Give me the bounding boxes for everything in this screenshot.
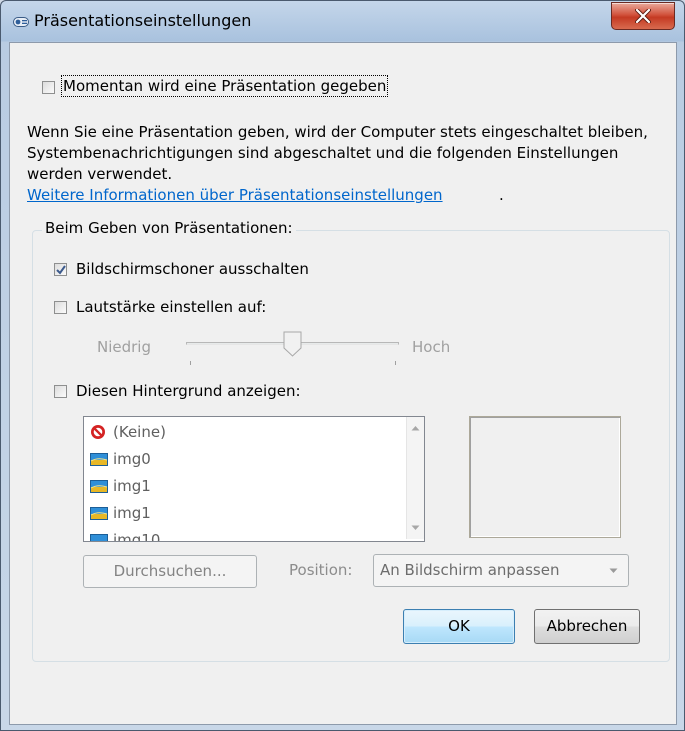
no-entry-icon [91,425,105,439]
volume-label[interactable]: Lautstärke einstellen auf: [76,298,266,316]
picture-icon [90,534,108,541]
list-item-label: img0 [113,450,151,468]
more-info-link[interactable]: Weitere Informationen über Präsentations… [27,186,443,204]
ok-button[interactable]: OK [403,609,515,644]
scroll-up-arrow-icon[interactable] [411,425,420,431]
slider-tick [190,361,191,365]
slider-tick [395,361,396,365]
picture-icon [90,507,108,520]
list-item-label: img10 [113,531,161,542]
browse-button-label: Durchsuchen... [113,562,227,580]
dialog-client-area: Momentan wird eine Präsentation gegeben … [9,42,677,725]
group-title: Beim Geben von Präsentationen: [42,219,296,237]
list-item-label: (Keine) [113,423,166,441]
background-listbox[interactable]: (Keine) img0 img1 img1 img10 [83,416,425,542]
volume-high-label: Hoch [412,338,451,356]
checkmark-icon [56,265,66,275]
title-bar[interactable]: Präsentationseinstellungen [1,1,684,43]
position-label: Position: [289,561,353,579]
volume-low-label: Niedrig [97,338,151,356]
picture-icon [90,480,108,493]
close-button[interactable] [611,2,675,30]
position-select[interactable]: An Bildschirm anpassen [373,554,629,587]
background-label[interactable]: Diesen Hintergrund anzeigen: [76,382,301,400]
volume-slider-thumb[interactable] [283,331,302,357]
screensaver-label[interactable]: Bildschirmschoner ausschalten [76,260,309,278]
dialog-window: Präsentationseinstellungen Momentan wird… [0,0,685,731]
cancel-button-label: Abbrechen [546,617,628,635]
description-text: Wenn Sie eine Präsentation geben, wird d… [27,123,648,183]
picture-icon [90,453,108,466]
close-icon [635,9,651,23]
screensaver-checkbox[interactable] [54,263,67,276]
ok-button-label: OK [448,617,470,635]
position-select-value: An Bildschirm anpassen [380,561,560,579]
link-suffix: . [499,186,504,204]
background-checkbox[interactable] [54,385,67,398]
volume-checkbox[interactable] [54,301,67,314]
browse-button[interactable]: Durchsuchen... [83,555,257,588]
list-item-label: img1 [113,477,151,495]
listbox-scrollbar[interactable] [406,417,424,539]
background-preview [469,416,621,538]
window-title: Präsentationseinstellungen [34,11,252,30]
list-item-label: img1 [113,504,151,522]
presenting-checkbox[interactable] [42,81,55,94]
presenting-label[interactable]: Momentan wird eine Präsentation gegeben [60,75,389,97]
scroll-down-arrow-icon[interactable] [411,525,420,531]
presentation-settings-icon [13,17,29,27]
chevron-down-icon [609,568,618,573]
cancel-button[interactable]: Abbrechen [534,609,640,644]
